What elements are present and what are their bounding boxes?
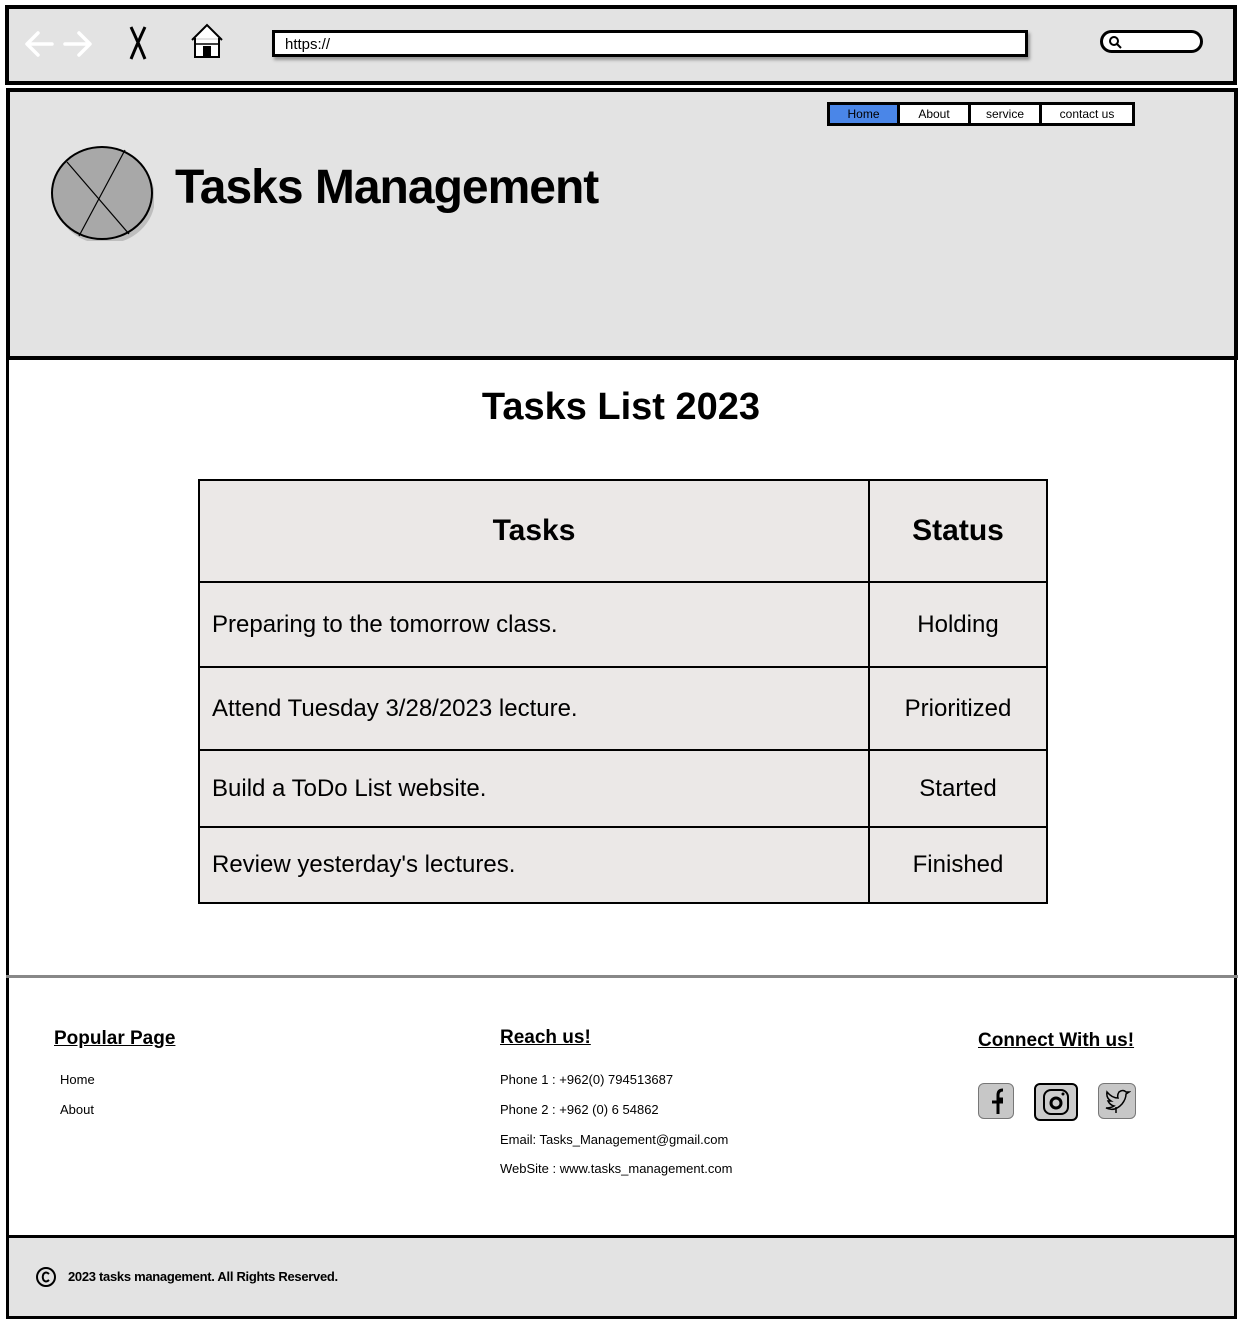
logo-placeholder-icon xyxy=(51,146,154,241)
nav-about-label: About xyxy=(918,107,950,121)
email: Email: Tasks_Management@gmail.com xyxy=(500,1132,729,1147)
nav-about[interactable]: About xyxy=(897,102,971,126)
table-row: Build a ToDo List website. Started xyxy=(198,749,1048,828)
url-bar[interactable]: https:// xyxy=(272,30,1028,57)
main-nav: Home About service contact us xyxy=(827,102,1135,126)
footer-link-about[interactable]: About xyxy=(60,1102,94,1117)
column-header-status: Status xyxy=(868,479,1048,583)
copyright-icon xyxy=(36,1267,56,1287)
nav-home-label: Home xyxy=(847,107,880,121)
task-cell: Attend Tuesday 3/28/2023 lecture. xyxy=(198,666,870,751)
search-input[interactable] xyxy=(1100,30,1203,53)
footer-link-home[interactable]: Home xyxy=(60,1072,95,1087)
page-title: Tasks List 2023 xyxy=(481,386,761,428)
task-cell: Preparing to the tomorrow class. xyxy=(198,581,870,668)
task-cell: Review yesterday's lectures. xyxy=(198,826,870,904)
phone-1: Phone 1 : +962(0) 794513687 xyxy=(500,1072,674,1087)
close-icon[interactable] xyxy=(124,24,152,62)
social-links xyxy=(978,1083,1156,1121)
url-text: https:// xyxy=(285,36,331,53)
tasks-table: Tasks Status Preparing to the tomorrow c… xyxy=(198,479,1048,904)
popular-page-heading: Popular Page xyxy=(54,1028,176,1049)
facebook-icon[interactable] xyxy=(978,1083,1014,1119)
footer-divider xyxy=(6,975,1238,978)
table-row: Review yesterday's lectures. Finished xyxy=(198,826,1048,904)
column-header-tasks: Tasks xyxy=(198,479,870,583)
home-icon[interactable] xyxy=(188,22,226,60)
instagram-icon[interactable] xyxy=(1034,1083,1078,1121)
table-header-row: Tasks Status xyxy=(198,479,1048,583)
forward-arrow-icon[interactable] xyxy=(62,28,96,60)
nav-service[interactable]: service xyxy=(968,102,1042,126)
search-icon xyxy=(1109,36,1122,49)
status-cell: Holding xyxy=(868,581,1048,668)
status-cell: Started xyxy=(868,749,1048,828)
copyright-text: 2023 tasks management. All Rights Reserv… xyxy=(68,1269,338,1284)
status-cell: Finished xyxy=(868,826,1048,904)
site-header xyxy=(6,88,1238,360)
table-row: Attend Tuesday 3/28/2023 lecture. Priori… xyxy=(198,666,1048,751)
phone-2: Phone 2 : +962 (0) 6 54862 xyxy=(500,1102,659,1117)
reach-us-heading: Reach us! xyxy=(500,1027,591,1048)
nav-contact-us[interactable]: contact us xyxy=(1039,102,1135,126)
twitter-icon[interactable] xyxy=(1098,1083,1136,1119)
nav-home[interactable]: Home xyxy=(827,102,900,126)
site-title: Tasks Management xyxy=(175,161,599,214)
website: WebSite : www.tasks_management.com xyxy=(500,1161,733,1176)
connect-heading: Connect With us! xyxy=(978,1030,1135,1051)
table-row: Preparing to the tomorrow class. Holding xyxy=(198,581,1048,668)
nav-contact-label: contact us xyxy=(1059,107,1115,121)
task-cell: Build a ToDo List website. xyxy=(198,749,870,828)
status-cell: Prioritized xyxy=(868,666,1048,751)
nav-service-label: service xyxy=(985,107,1024,121)
